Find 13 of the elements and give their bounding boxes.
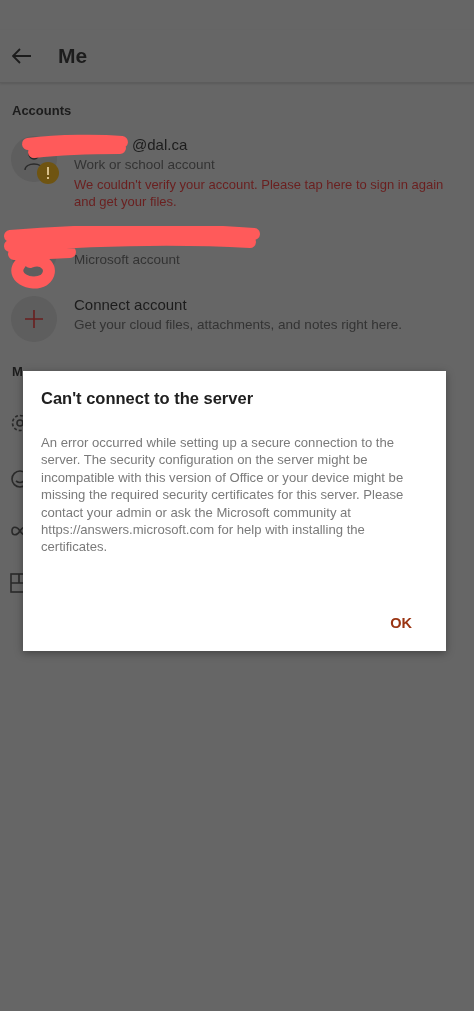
warning-badge — [37, 162, 59, 184]
plus-icon — [25, 310, 43, 328]
section-heading: M — [11, 363, 24, 381]
section-heading: Accounts — [11, 102, 73, 120]
add-account-button[interactable] — [11, 296, 57, 342]
error-message[interactable]: We couldn't verify your account. Please tap here to sign in again and get your files. — [74, 176, 463, 210]
dialog-message: An error occurred while setting up a secure connection to the server. The security configuration on the server might be incompatible with this version of Office or your device might be missing the required security certificates for this server. Please contact your admin or ask the Microsoft community at https://answers.microsoft.com for help with installing the certificates. — [41, 434, 405, 556]
back-arrow-icon[interactable] — [12, 48, 32, 64]
dialog-title: Can't connect to the server — [41, 389, 255, 408]
ok-button[interactable]: OK — [374, 609, 428, 637]
account-email[interactable]: @dal.ca — [132, 136, 188, 153]
connect-account-title[interactable]: Connect account — [74, 296, 402, 313]
page-title: Me — [58, 44, 88, 68]
